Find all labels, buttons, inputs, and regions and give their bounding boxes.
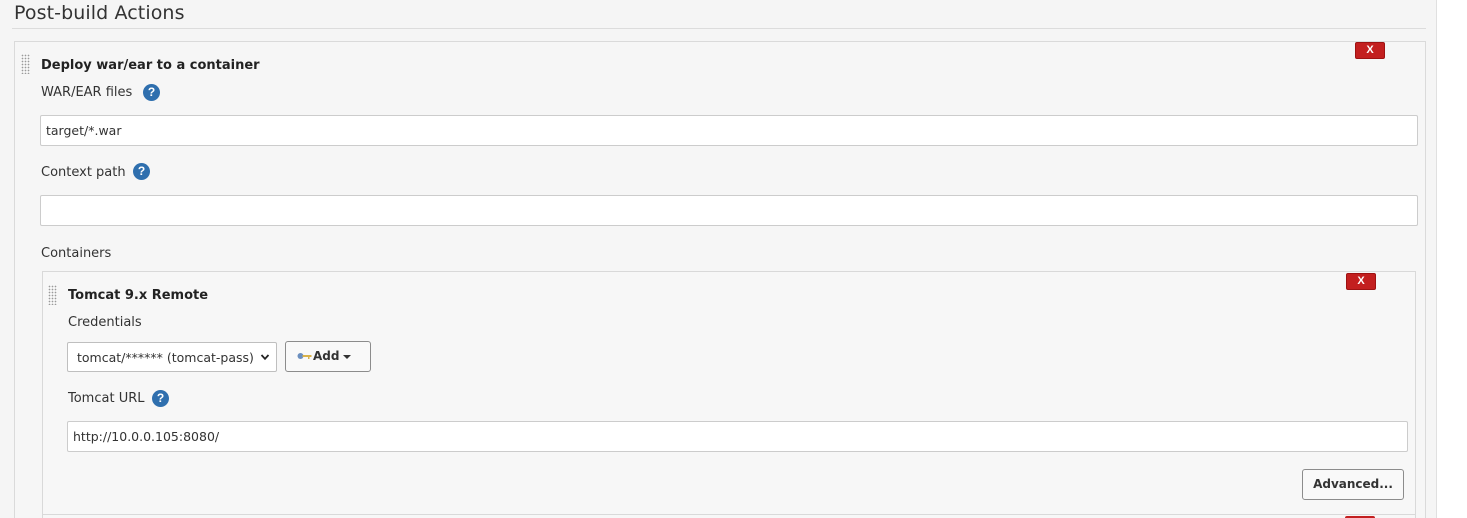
add-button-label: Add [313,349,340,363]
drag-handle-icon[interactable] [21,54,30,74]
credentials-selected-value: tomcat/****** (tomcat-pass) [77,350,254,365]
post-build-actions-page: Post-build Actions X Deploy war/ear to a… [0,0,1437,518]
context-path-input[interactable] [40,195,1418,226]
caret-down-icon [343,355,351,359]
tomcat-url-label: Tomcat URL [68,391,145,406]
section-divider [12,28,1426,29]
context-path-label: Context path [41,165,126,180]
credentials-select[interactable]: tomcat/****** (tomcat-pass) [67,342,277,372]
tomcat-title: Tomcat 9.x Remote [68,288,209,303]
war-ear-files-input[interactable]: target/*.war [40,115,1418,146]
advanced-button[interactable]: Advanced... [1302,469,1404,500]
remove-deploy-button[interactable]: X [1355,42,1385,59]
deploy-war-ear-block: X Deploy war/ear to a container WAR/EAR … [14,41,1426,518]
containers-label: Containers [41,246,112,261]
help-icon[interactable]: ? [143,84,160,101]
add-credentials-button[interactable]: Add [285,341,371,372]
chevron-down-icon [260,354,270,361]
credentials-label: Credentials [68,315,142,330]
drag-handle-icon[interactable] [48,285,57,305]
deploy-title: Deploy war/ear to a container [41,58,260,73]
remove-tomcat-button[interactable]: X [1346,273,1376,290]
tomcat-url-input[interactable]: http://10.0.0.105:8080/ [67,421,1408,452]
key-icon [297,353,312,359]
help-icon[interactable]: ? [152,390,169,407]
help-icon[interactable]: ? [133,163,150,180]
war-ear-files-label: WAR/EAR files [41,85,133,100]
tomcat-remote-block: X Tomcat 9.x Remote Credentials tomcat/*… [42,271,1416,518]
block-divider [43,514,1415,515]
section-title: Post-build Actions [14,2,185,24]
